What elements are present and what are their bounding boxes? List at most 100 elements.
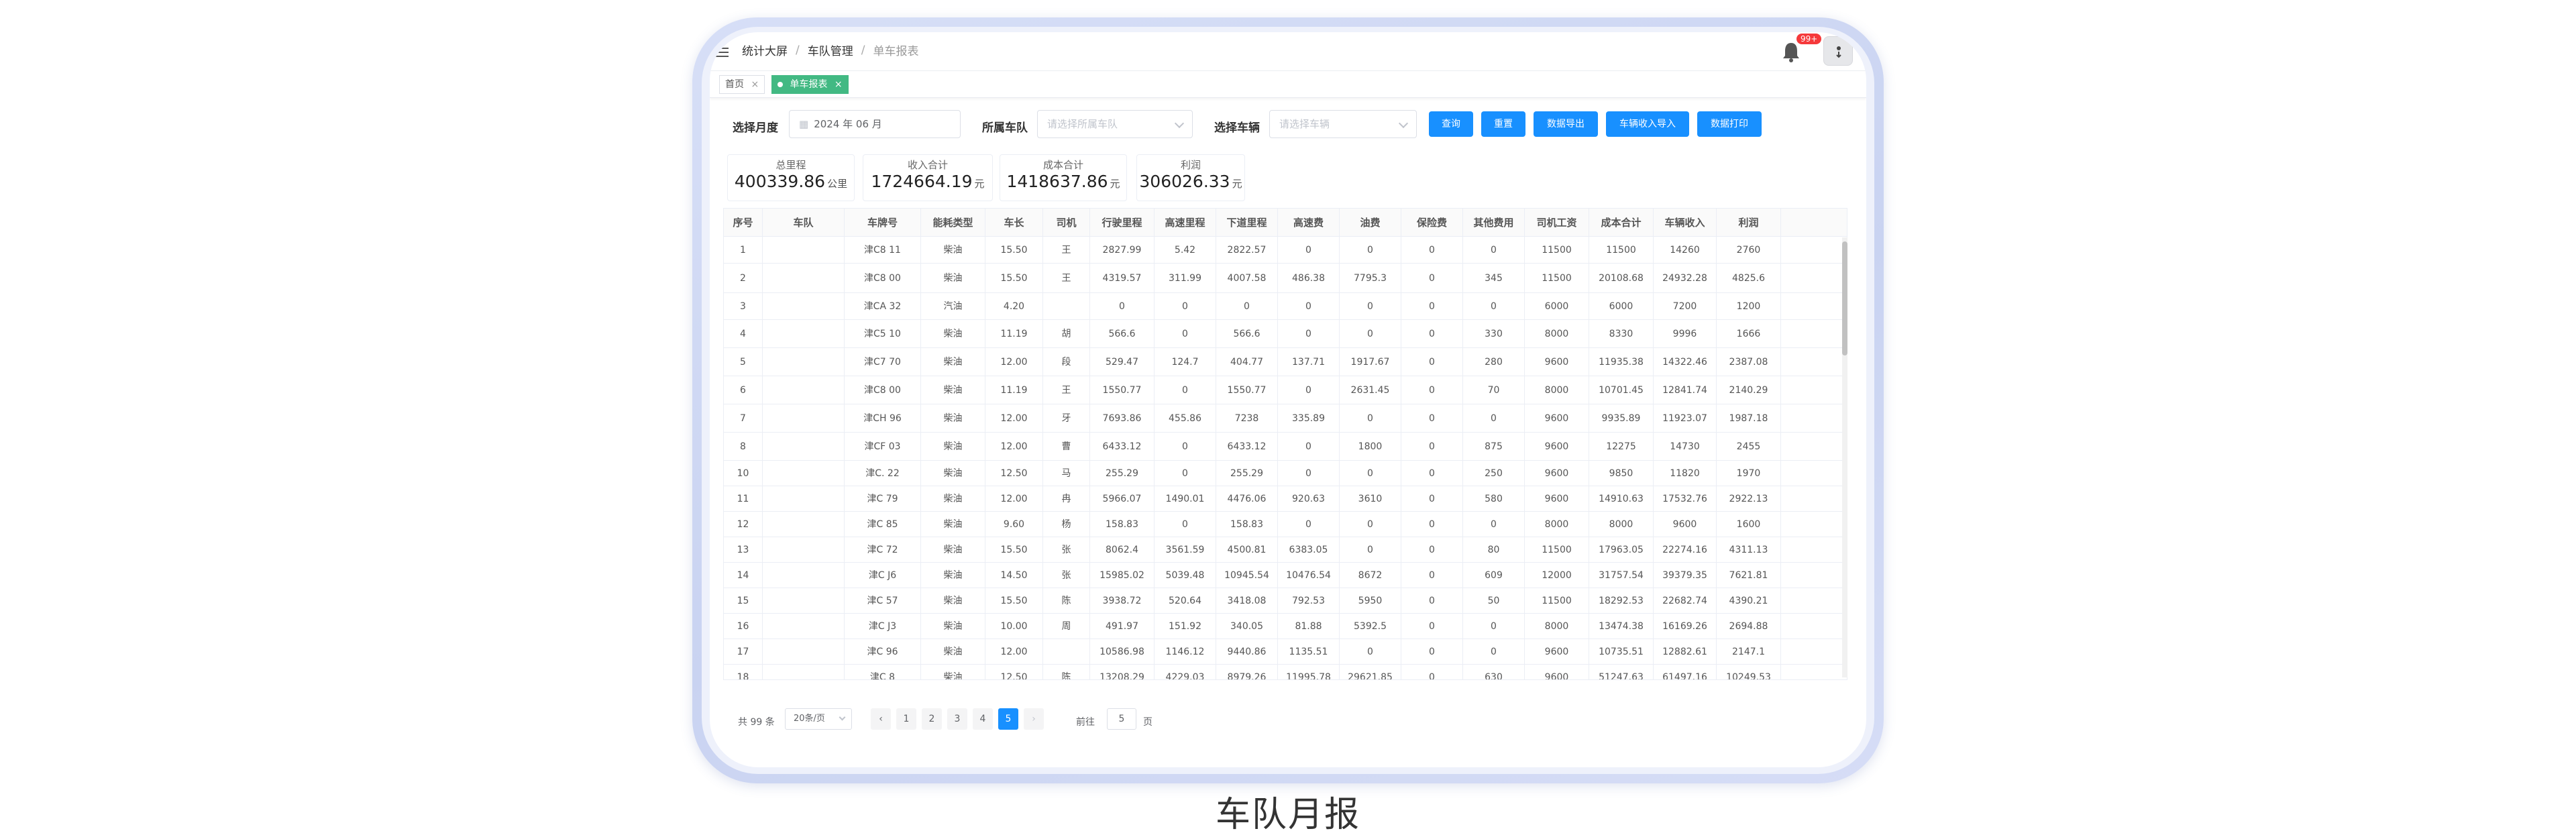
table-cell: 529.47 <box>1090 348 1155 376</box>
table-cell <box>763 404 845 433</box>
fleet-select[interactable]: 请选择所属车队 <box>1037 110 1193 138</box>
table-row[interactable]: 5 津C7 70 柴油 12.00 段 529.47 124.7 404.77 137.71 19… <box>724 348 1847 376</box>
next-page-button[interactable]: › <box>1024 708 1044 730</box>
table-row[interactable]: 15 津C 57 柴油 15.50 陈 3938.72 520.64 3418.08 792.5… <box>724 588 1847 614</box>
table-cell: 0 <box>1401 264 1463 293</box>
table-row[interactable]: 16 津C J3 柴油 10.00 周 491.97 151.92 340.05 81.88 53… <box>724 614 1847 639</box>
table-cell: 11500 <box>1525 537 1589 563</box>
import-income-button[interactable]: 车辆收入导入 <box>1606 111 1689 137</box>
table-cell: 0 <box>1155 512 1216 537</box>
vehicle-select[interactable]: 请选择车辆 <box>1269 110 1417 138</box>
table-row[interactable]: 2 津C8 00 柴油 15.50 王 4319.57 311.99 4007.58 486.3… <box>724 264 1847 293</box>
tag-home[interactable]: 首页 × <box>719 75 765 94</box>
table-cell: 8672 <box>1340 563 1401 588</box>
top-bar: 统计大屏 / 车队管理 / 单车报表 99+ <box>710 32 1866 71</box>
table-cell: 15.50 <box>985 537 1043 563</box>
close-icon[interactable]: × <box>835 79 843 90</box>
table-cell: 12841.74 <box>1654 376 1717 404</box>
reset-button[interactable]: 重置 <box>1481 111 1525 137</box>
table-cell: 柴油 <box>921 639 985 665</box>
user-avatar-icon <box>1836 46 1841 58</box>
table-cell: 4311.13 <box>1717 537 1781 563</box>
table-cell: 柴油 <box>921 614 985 639</box>
table-row[interactable]: 17 津C 96 柴油 12.00 10586.98 1146.12 9440.86 1135… <box>724 639 1847 665</box>
table-cell: 13474.38 <box>1589 614 1654 639</box>
table-cell: 柴油 <box>921 537 985 563</box>
summary-label: 收入合计 <box>907 159 948 171</box>
table-row[interactable]: 13 津C 72 柴油 15.50 张 8062.4 3561.59 4500.81 6383.… <box>724 537 1847 563</box>
table-cell: 柴油 <box>921 486 985 512</box>
table-cell: 10701.45 <box>1589 376 1654 404</box>
table-row[interactable]: 8 津CF 03 柴油 12.00 曹 6433.12 0 6433.12 0 1800 0 875 9… <box>724 433 1847 461</box>
table-cell: 张 <box>1043 537 1090 563</box>
table-cell: 13 <box>724 537 763 563</box>
table-cell: 11.19 <box>985 376 1043 404</box>
chevron-down-icon <box>1398 118 1409 129</box>
table-cell: 31757.54 <box>1589 563 1654 588</box>
table-cell: 0 <box>1340 293 1401 320</box>
close-icon[interactable]: × <box>751 79 759 90</box>
table-row[interactable]: 1 津C8 11 柴油 15.50 王 2827.99 5.42 2822.57 0 0 0 0 115… <box>724 237 1847 264</box>
table-cell: 柴油 <box>921 348 985 376</box>
table-cell: 0 <box>1155 461 1216 486</box>
table-cell: 0 <box>1155 320 1216 348</box>
table-cell: 10476.54 <box>1278 563 1340 588</box>
table-cell: 280 <box>1463 348 1525 376</box>
print-button[interactable]: 数据打印 <box>1697 111 1762 137</box>
page-button[interactable]: 3 <box>947 708 967 730</box>
avatar[interactable] <box>1823 36 1853 66</box>
table-row[interactable]: 14 津C J6 柴油 14.50 张 15985.02 5039.48 10945.54 10… <box>724 563 1847 588</box>
page-button[interactable]: 2 <box>922 708 942 730</box>
table-cell: 22274.16 <box>1654 537 1717 563</box>
table-cell: 455.86 <box>1155 404 1216 433</box>
table-cell: 255.29 <box>1216 461 1278 486</box>
table-scrollbar-thumb[interactable] <box>1842 241 1847 355</box>
breadcrumb-item[interactable]: 车队管理 <box>808 42 853 58</box>
bell-icon[interactable] <box>1780 40 1802 63</box>
table-cell: 0 <box>1463 404 1525 433</box>
table-row[interactable]: 18 津C 8 柴油 12.50 陈 13208.29 4229.03 8979.26 1199… <box>724 665 1847 679</box>
page-button-current[interactable]: 5 <box>998 708 1018 730</box>
breadcrumb-item[interactable]: 统计大屏 <box>742 42 788 58</box>
page-button[interactable]: 4 <box>973 708 993 730</box>
table-cell: 4229.03 <box>1155 665 1216 679</box>
table-cell: 9850 <box>1589 461 1654 486</box>
table-cell: 9600 <box>1525 433 1589 461</box>
table-cell: 0 <box>1463 237 1525 264</box>
table-row[interactable]: 7 津CH 96 柴油 12.00 牙 7693.86 455.86 7238 335.89 0 0… <box>724 404 1847 433</box>
table-cell: 柴油 <box>921 588 985 614</box>
table-cell <box>763 293 845 320</box>
table-cell: 0 <box>1155 433 1216 461</box>
table-cell: 2760 <box>1717 237 1781 264</box>
column-header: 能耗类型 <box>921 209 985 237</box>
table-cell: 6000 <box>1525 293 1589 320</box>
table-cell: 津C 8 <box>845 665 921 679</box>
goto-page-input[interactable]: 5 <box>1107 708 1136 730</box>
table-cell: 津C 85 <box>845 512 921 537</box>
table-cell: 7 <box>724 404 763 433</box>
tag-vehicle-report[interactable]: 单车报表 × <box>771 75 849 94</box>
table-cell: 566.6 <box>1216 320 1278 348</box>
month-picker[interactable]: ▦ 2024 年 06 月 <box>789 110 961 138</box>
tag-label: 首页 <box>725 79 744 90</box>
table-cell: 9600 <box>1654 512 1717 537</box>
table-row[interactable]: 3 津CA 32 汽油 4.20 0 0 0 0 0 0 0 6000 6000 7200 1200 <box>724 293 1847 320</box>
table-row[interactable]: 12 津C 85 柴油 9.60 杨 158.83 0 158.83 0 0 0 0 8000 8000 9… <box>724 512 1847 537</box>
table-cell: 51247.63 <box>1589 665 1654 679</box>
export-button[interactable]: 数据导出 <box>1534 111 1598 137</box>
table-row[interactable]: 6 津C8 00 柴油 11.19 王 1550.77 0 1550.77 0 2631.45 0 7… <box>724 376 1847 404</box>
table-cell: 4390.21 <box>1717 588 1781 614</box>
page-size-select[interactable]: 20条/页 <box>785 708 852 730</box>
table-row[interactable]: 11 津C 79 柴油 12.00 冉 5966.07 1490.01 4476.06 920.… <box>724 486 1847 512</box>
table-cell: 10249.53 <box>1717 665 1781 679</box>
table-cell: 0 <box>1401 639 1463 665</box>
query-button[interactable]: 查询 <box>1429 111 1473 137</box>
table-cell: 3610 <box>1340 486 1401 512</box>
table-cell: 柴油 <box>921 320 985 348</box>
table-row[interactable]: 4 津C5 10 柴油 11.19 胡 566.6 0 566.6 0 0 0 330 8000 8330… <box>724 320 1847 348</box>
prev-page-button[interactable]: ‹ <box>871 708 891 730</box>
table-row[interactable]: 10 津C. 22 柴油 12.50 马 255.29 0 255.29 0 0 0 250 9600 9… <box>724 461 1847 486</box>
page-button[interactable]: 1 <box>896 708 916 730</box>
table-cell: 9600 <box>1525 461 1589 486</box>
hamburger-fold-icon[interactable] <box>712 43 730 58</box>
